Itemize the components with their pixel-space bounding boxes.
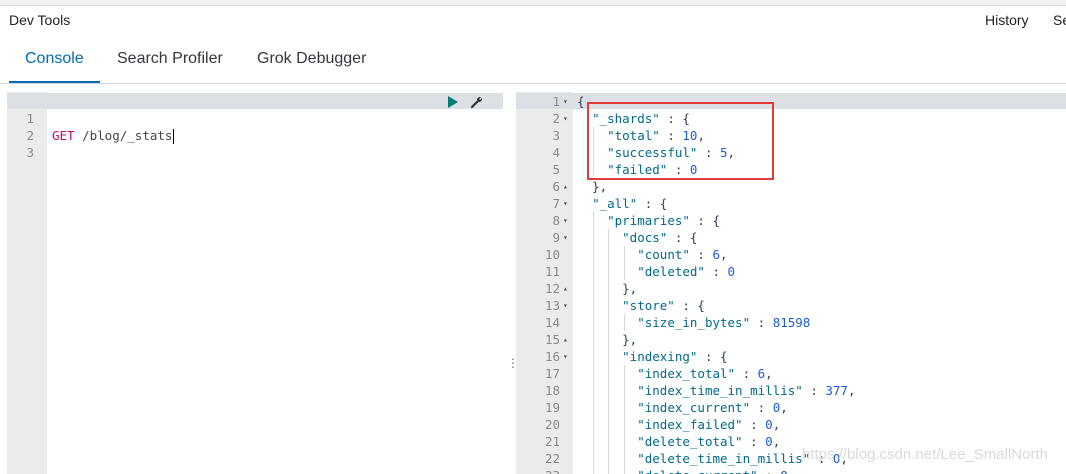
request-editor[interactable]: 1 GET /blog/_stats 2 3 [7, 92, 503, 474]
line-number: 11 [544, 264, 560, 279]
shards-highlight-box [587, 102, 774, 180]
indent-guide [624, 365, 625, 474]
line-number: 1 [552, 94, 560, 109]
tab-bar: Console Search Profiler Grok Debugger [0, 38, 1066, 84]
line-number: 13 [544, 298, 560, 313]
line-number: 15 [544, 332, 560, 347]
response-code: "index_time_in_millis" : 377, [637, 383, 856, 398]
line-number: 21 [544, 434, 560, 449]
request-line[interactable]: 3 [7, 127, 37, 160]
window-top-border [0, 0, 1066, 6]
fold-collapse-icon[interactable]: ▾ [563, 110, 571, 127]
request-active-line [7, 93, 503, 109]
indent-guide [593, 212, 594, 474]
response-code: "indexing" : { [622, 349, 728, 364]
request-line[interactable]: 2 [7, 110, 37, 143]
indent-guide [608, 229, 609, 474]
response-code: { [577, 94, 585, 109]
fold-collapse-icon[interactable]: ▾ [563, 93, 571, 110]
line-number: 3 [26, 145, 34, 160]
line-number: 22 [544, 451, 560, 466]
line-number: 7 [552, 196, 560, 211]
line-number: 19 [544, 400, 560, 415]
active-tab-indicator [9, 81, 100, 83]
line-number: 16 [544, 349, 560, 364]
pane-resize-handle[interactable]: ⋮ [507, 357, 519, 374]
line-number: 12 [544, 281, 560, 296]
response-code: "size_in_bytes" : 81598 [637, 315, 811, 330]
request-path: /blog/_stats [82, 128, 173, 143]
response-code: "index_total" : 6, [637, 366, 773, 381]
line-number: 5 [552, 162, 560, 177]
tab-console[interactable]: Console [25, 50, 84, 68]
line-number: 9 [552, 230, 560, 245]
request-line[interactable]: 1 GET /blog/_stats [7, 93, 175, 144]
response-code: "primaries" : { [607, 213, 721, 228]
fold-expand-icon[interactable]: ▴ [563, 331, 571, 348]
indent-guide [624, 246, 625, 280]
response-code: "_all" : { [592, 196, 668, 211]
line-number: 10 [544, 247, 560, 262]
fold-collapse-icon[interactable]: ▾ [563, 195, 571, 212]
line-number: 6 [552, 179, 560, 194]
text-cursor [173, 129, 175, 144]
settings-link[interactable]: Se [1053, 12, 1066, 28]
line-number: 4 [552, 145, 560, 160]
tab-search-profiler[interactable]: Search Profiler [117, 50, 223, 68]
line-number: 14 [544, 315, 560, 330]
line-number: 18 [544, 383, 560, 398]
fold-expand-icon[interactable]: ▴ [563, 280, 571, 297]
indent-guide [593, 127, 594, 175]
request-method: GET [52, 128, 75, 143]
line-number: 2 [552, 111, 560, 126]
fold-collapse-icon[interactable]: ▾ [563, 348, 571, 365]
response-code: "docs" : { [622, 230, 698, 245]
response-code: "deleted" : 0 [637, 264, 736, 279]
watermark-text: https://blog.csdn.net/Lee_SmallNorth [802, 446, 1048, 463]
response-code: "count" : 6, [637, 247, 728, 262]
tab-grok-debugger[interactable]: Grok Debugger [257, 50, 366, 68]
run-request-icon[interactable] [448, 96, 458, 108]
fold-expand-icon[interactable]: ▴ [563, 178, 571, 195]
line-number: 3 [552, 128, 560, 143]
response-code: "store" : { [622, 298, 705, 313]
line-number: 17 [544, 366, 560, 381]
history-link[interactable]: History [985, 12, 1029, 28]
response-code: }, [577, 179, 608, 194]
fold-collapse-icon[interactable]: ▾ [563, 229, 571, 246]
fold-collapse-icon[interactable]: ▾ [563, 297, 571, 314]
line-number: 8 [552, 213, 560, 228]
line-number: 20 [544, 417, 560, 432]
fold-collapse-icon[interactable]: ▾ [563, 212, 571, 229]
request-code[interactable]: GET /blog/_stats [52, 127, 175, 144]
wrench-icon[interactable] [470, 95, 484, 109]
indent-guide [624, 314, 625, 331]
line-number: 23 [516, 467, 560, 474]
app-title: Dev Tools [9, 12, 71, 28]
